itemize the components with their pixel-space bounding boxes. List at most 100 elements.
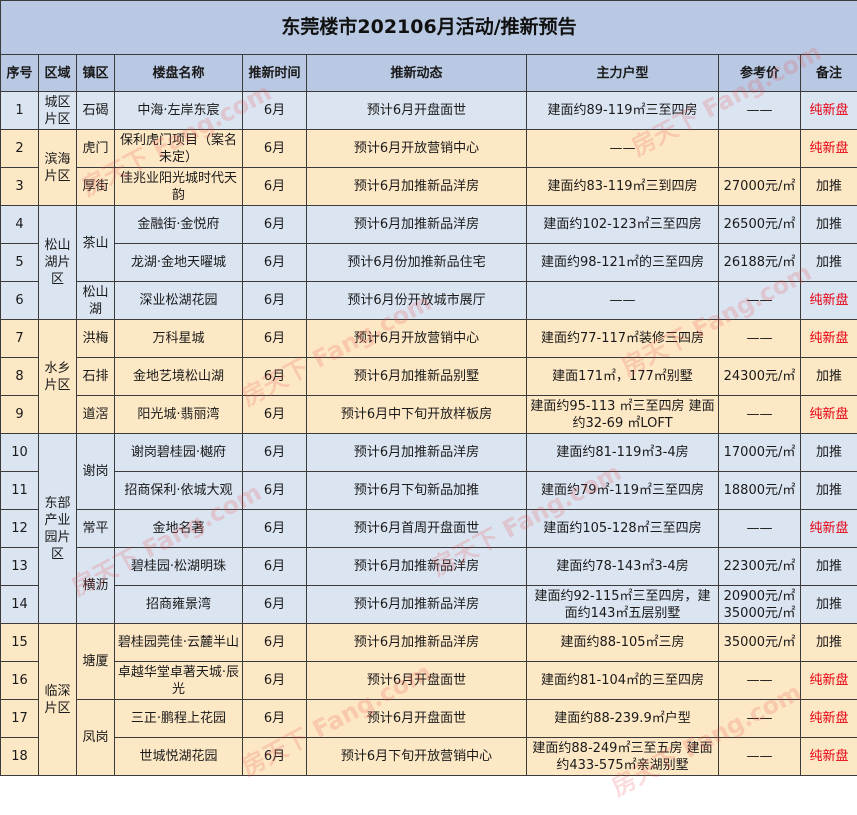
note: 纯新盘 (799, 395, 857, 434)
header-town: 镇区 (76, 54, 115, 92)
header-type: 主力户型 (526, 54, 719, 92)
row-no: 16 (0, 661, 39, 700)
launch-action: 预计6月加推新品别墅 (306, 357, 527, 396)
unit-type: 建面约92-115㎡三至四房，建面约143㎡五层别墅 (526, 585, 719, 624)
launch-action: 预计6月开盘面世 (306, 91, 527, 130)
table-row: 11 招商保利·依城大观 6月 预计6月下旬新品加推 建面约79㎡-119㎡三至… (0, 471, 857, 510)
table-row: 15 临深片区 塘厦 碧桂园莞佳·云麓半山 6月 预计6月加推新品洋房 建面约8… (0, 623, 857, 776)
project-name: 金地名著 (114, 509, 243, 548)
row-no: 13 (0, 547, 39, 586)
table-row: 2 滨海片区 虎门 保利虎门项目（案名未定） 6月 预计6月开放营销中心 —— … (0, 129, 857, 206)
town-cell: 常平 (76, 509, 115, 548)
header-name: 楼盘名称 (114, 54, 243, 92)
launch-time: 6月 (242, 623, 307, 662)
note: 纯新盘 (799, 91, 857, 130)
table-row: 13 横沥 碧桂园·松湖明珠 6月 预计6月加推新品洋房 建面约78-143㎡3… (0, 547, 857, 624)
table-row: 8 石排 金地艺境松山湖 6月 预计6月加推新品别墅 建面171㎡，177㎡别墅… (0, 357, 857, 396)
ref-price (718, 129, 801, 168)
ref-price: 27000元/㎡ (718, 167, 801, 206)
table-row: 14 招商雍景湾 6月 预计6月加推新品洋房 建面约92-115㎡三至四房，建面… (0, 585, 857, 624)
table-row: 3 厚街 佳兆业阳光城时代天韵 6月 预计6月加推新品洋房 建面约83-119㎡… (0, 167, 857, 206)
table-row: 12 常平 金地名著 6月 预计6月首周开盘面世 建面约105-128㎡三至四房… (0, 509, 857, 548)
project-name: 金地艺境松山湖 (114, 357, 243, 396)
row-no: 8 (0, 357, 39, 396)
ref-price: 17000元/㎡ (718, 433, 801, 472)
launch-time: 6月 (242, 395, 307, 434)
launch-time: 6月 (242, 585, 307, 624)
table-row: 16 卓越华堂卓著天城·辰光 6月 预计6月开盘面世 建面约81-104㎡的三至… (0, 661, 857, 700)
launch-action: 预计6月中下旬开放样板房 (306, 395, 527, 434)
launch-action: 预计6月加推新品洋房 (306, 585, 527, 624)
launch-action: 预计6月加推新品洋房 (306, 433, 527, 472)
project-name: 碧桂园·松湖明珠 (114, 547, 243, 586)
row-no: 6 (0, 281, 39, 320)
unit-type: 建面约89-119㎡三至四房 (526, 91, 719, 130)
town-cell: 道滘 (76, 395, 115, 434)
launch-time: 6月 (242, 243, 307, 282)
row-no: 1 (0, 91, 39, 130)
note: 加推 (799, 433, 857, 472)
launch-time: 6月 (242, 699, 307, 738)
note: 加推 (799, 471, 857, 510)
project-name: 龙湖·金地天曜城 (114, 243, 243, 282)
note: 加推 (799, 585, 857, 624)
project-name: 保利虎门项目（案名未定） (114, 129, 243, 168)
region-cell: 滨海片区 (38, 129, 77, 206)
table-row: 5 龙湖·金地天曜城 6月 预计6月份加推新品住宅 建面约98-121㎡的三至四… (0, 243, 857, 282)
unit-type: 建面约83-119㎡三到四房 (526, 167, 719, 206)
launch-time: 6月 (242, 205, 307, 244)
project-name: 佳兆业阳光城时代天韵 (114, 167, 243, 206)
ref-price: —— (718, 319, 801, 358)
unit-type: 建面约81-119㎡3-4房 (526, 433, 719, 472)
town-cell: 松山湖 (76, 281, 115, 320)
header-action: 推新动态 (306, 54, 527, 92)
table-row: 10 东部产业园片区 谢岗 谢岗碧桂园·樾府 6月 预计6月加推新品洋房 建面约… (0, 433, 857, 624)
row-no: 18 (0, 737, 39, 776)
launch-action: 预计6月首周开盘面世 (306, 509, 527, 548)
row-no: 4 (0, 205, 39, 244)
launch-time: 6月 (242, 281, 307, 320)
ref-price: —— (718, 661, 801, 700)
table-row: 18 世城悦湖花园 6月 预计6月下旬开放营销中心 建面约88-249㎡三至五房… (0, 737, 857, 776)
launch-time: 6月 (242, 319, 307, 358)
region-cell: 东部产业园片区 (38, 433, 77, 624)
launch-time: 6月 (242, 661, 307, 700)
launch-time: 6月 (242, 129, 307, 168)
note: 加推 (799, 243, 857, 282)
ref-price: —— (718, 395, 801, 434)
unit-type: 建面约79㎡-119㎡三至四房 (526, 471, 719, 510)
region-cell: 松山湖片区 (38, 205, 77, 320)
note: 加推 (799, 547, 857, 586)
unit-type: 建面约88-249㎡三至五房 建面约433-575㎡亲湖别墅 (526, 737, 719, 776)
town-cell: 虎门 (76, 129, 115, 168)
note: 加推 (799, 357, 857, 396)
town-cell: 洪梅 (76, 319, 115, 358)
town-cell: 谢岗 (76, 433, 115, 510)
region-cell: 临深片区 (38, 623, 77, 776)
row-no: 5 (0, 243, 39, 282)
row-no: 7 (0, 319, 39, 358)
launch-time: 6月 (242, 547, 307, 586)
table-row: 9 道滘 阳光城·翡丽湾 6月 预计6月中下旬开放样板房 建面约95-113 ㎡… (0, 395, 857, 434)
header-price: 参考价 (718, 54, 801, 92)
launch-action: 预计6月开放营销中心 (306, 319, 527, 358)
town-cell: 塘厦 (76, 623, 115, 700)
ref-price: —— (718, 281, 801, 320)
table-title: 东莞楼市202106月活动/推新预告 (0, 0, 857, 55)
promo-table: 东莞楼市202106月活动/推新预告 序号 区域 镇区 楼盘名称 推新时间 推新… (0, 0, 857, 776)
row-no: 11 (0, 471, 39, 510)
note: 纯新盘 (799, 281, 857, 320)
unit-type: 建面约78-143㎡3-4房 (526, 547, 719, 586)
town-cell: 横沥 (76, 547, 115, 624)
unit-type: 建面约102-123㎡三至四房 (526, 205, 719, 244)
row-no: 2 (0, 129, 39, 168)
table-row: 6 松山湖 深业松湖花园 6月 预计6月份开放城市展厅 —— —— 纯新盘 (0, 281, 857, 320)
ref-price: —— (718, 699, 801, 738)
project-name: 三正·鹏程上花园 (114, 699, 243, 738)
ref-price: —— (718, 509, 801, 548)
unit-type: 建面约95-113 ㎡三至四房 建面约32-69 ㎡LOFT (526, 395, 719, 434)
town-cell: 凤岗 (76, 699, 115, 776)
town-cell: 茶山 (76, 205, 115, 282)
unit-type: —— (526, 281, 719, 320)
header-time: 推新时间 (242, 54, 307, 92)
